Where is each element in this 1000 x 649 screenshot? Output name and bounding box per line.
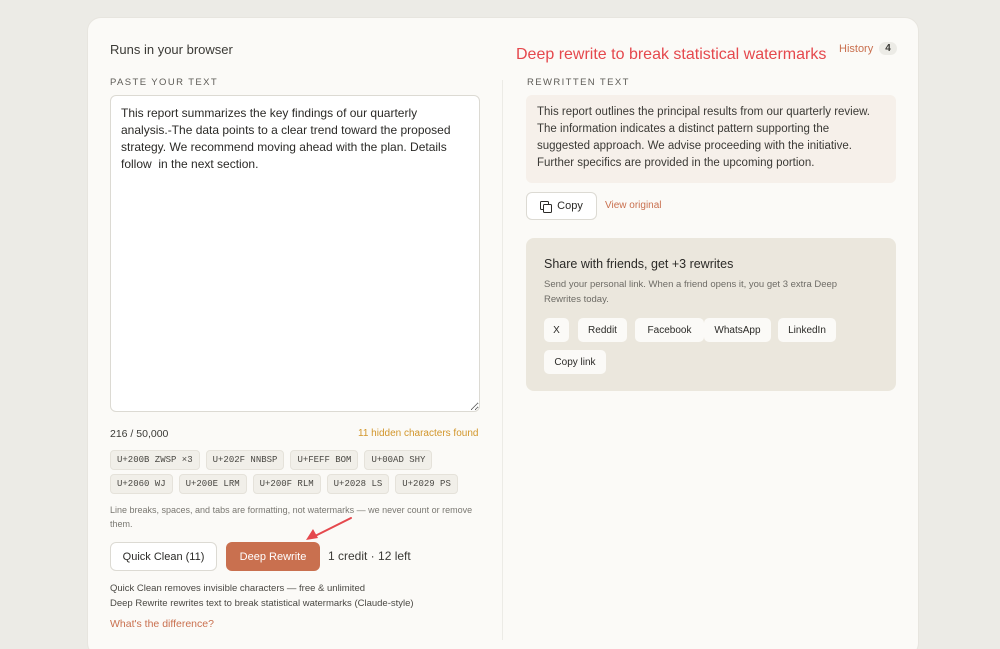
share-title: Share with friends, get +3 rewrites — [544, 257, 734, 271]
hidden-char-chip: U+2028 LS — [326, 474, 390, 494]
runs-in-browser-label: Runs in your browser — [110, 42, 233, 57]
column-divider — [502, 80, 503, 640]
share-x-button[interactable]: X — [544, 318, 569, 342]
deep-rewrite-button[interactable]: Deep Rewrite — [226, 542, 320, 571]
hidden-char-chip: U+2029 PS — [395, 474, 458, 494]
hidden-chips-row-1: U+200B ZWSP ×3 U+202F NNBSP U+FEFF BOM U… — [110, 450, 490, 470]
share-linkedin-button[interactable]: LinkedIn — [778, 318, 836, 342]
hidden-char-chip: U+00AD SHY — [364, 450, 433, 470]
copy-label: Copy — [557, 200, 583, 212]
hidden-char-chip: U+2060 WJ — [110, 474, 173, 494]
actions-explanation: Quick Clean removes invisible characters… — [110, 581, 414, 611]
difference-link[interactable]: What's the difference? — [110, 618, 214, 630]
hidden-chips-row-2: U+2060 WJ U+200E LRM U+200F RLM U+2028 L… — [110, 474, 490, 494]
rewritten-text-output: This report outlines the principal resul… — [526, 95, 896, 183]
hidden-char-chip: U+FEFF BOM — [290, 450, 359, 470]
view-original-link[interactable]: View original — [605, 200, 662, 211]
output-section-label: REWRITTEN TEXT — [527, 77, 630, 88]
hidden-char-chip: U+200F RLM — [252, 474, 321, 494]
annotation-title: Deep rewrite to break statistical waterm… — [516, 46, 827, 63]
credits-status: 1 credit · 12 left — [328, 549, 411, 563]
history-count-badge: 4 — [879, 42, 897, 55]
history-button[interactable]: History 4 — [839, 42, 897, 55]
source-text-input[interactable] — [110, 95, 480, 412]
quick-clean-button[interactable]: Quick Clean (11) — [110, 542, 217, 571]
share-whatsapp-button[interactable]: WhatsApp — [704, 318, 771, 342]
share-reddit-button[interactable]: Reddit — [578, 318, 627, 342]
quick-clean-explanation: Quick Clean removes invisible characters… — [110, 583, 366, 594]
hidden-characters-status: 11 hidden characters found — [358, 428, 479, 439]
hidden-char-chip: U+200E LRM — [178, 474, 247, 494]
share-facebook-button[interactable]: Facebook — [635, 318, 704, 342]
hidden-char-chip: U+202F NNBSP — [205, 450, 285, 470]
input-section-label: PASTE YOUR TEXT — [110, 77, 219, 88]
hidden-char-chip: U+200B ZWSP ×3 — [110, 450, 200, 470]
history-label: History — [839, 42, 874, 55]
copy-button[interactable]: Copy — [526, 192, 597, 220]
copy-icon — [540, 200, 553, 213]
share-panel: Share with friends, get +3 rewrites Send… — [526, 238, 896, 391]
character-counter: 216 / 50,000 — [110, 428, 169, 440]
formatting-note: Line breaks, spaces, and tabs are format… — [110, 505, 473, 529]
share-description: Send your personal link. When a friend o… — [544, 279, 838, 305]
share-copy-link-button[interactable]: Copy link — [544, 350, 606, 374]
deep-rewrite-explanation: Deep Rewrite rewrites text to break stat… — [110, 598, 414, 609]
